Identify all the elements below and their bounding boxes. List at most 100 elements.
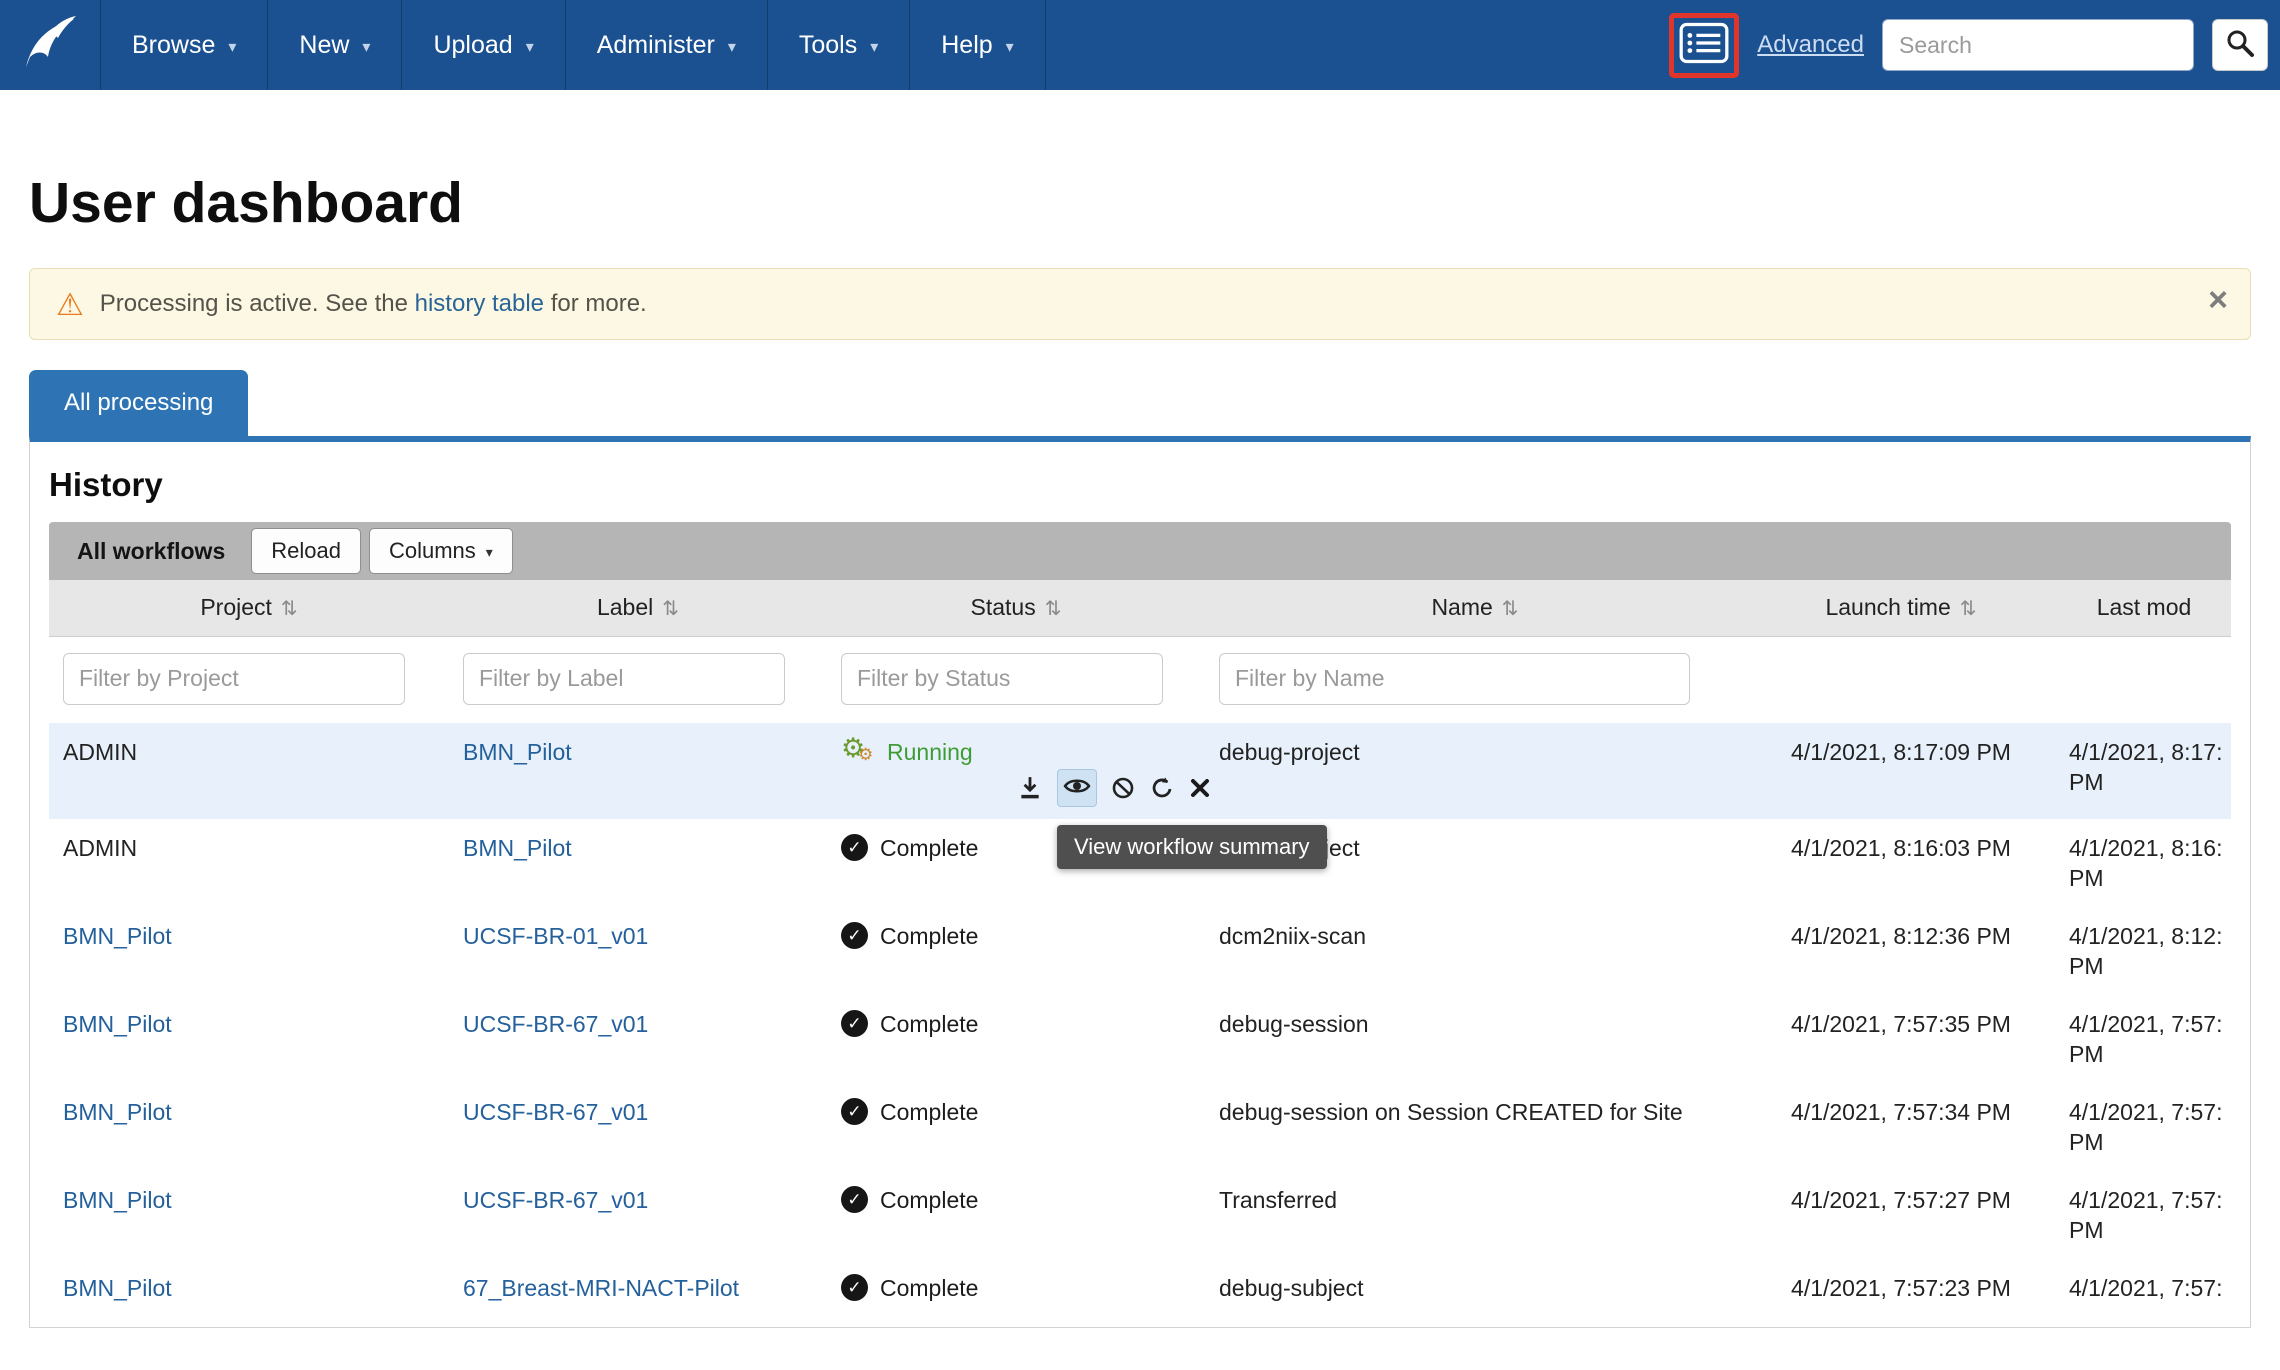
status-cell: ⚙⚙ Running [827, 723, 1205, 819]
status-cell: ✓ Complete [827, 995, 1205, 1083]
label-link[interactable]: BMN_Pilot [463, 739, 572, 765]
list-icon [1679, 21, 1729, 70]
close-icon[interactable]: × [2208, 283, 2228, 317]
panel-heading: History [49, 466, 2231, 504]
filter-row [49, 636, 2231, 723]
name-cell: dcm2niix-scan [1205, 907, 1745, 995]
chevron-down-icon: ▾ [228, 37, 236, 57]
name-cell: debug-project [1205, 723, 1745, 819]
cancel-icon[interactable] [1111, 776, 1135, 800]
tab-all-processing[interactable]: All processing [29, 370, 248, 436]
column-header-launch-time[interactable]: Launch time⇅ [1745, 580, 2057, 636]
launch-time-cell: 4/1/2021, 8:12:36 PM [1745, 907, 2057, 995]
project-cell: ADMIN [49, 819, 449, 907]
caret-down-icon: ▾ [486, 544, 493, 561]
name-cell: debug-session [1205, 995, 1745, 1083]
launch-time-cell: 4/1/2021, 8:16:03 PM [1745, 819, 2057, 907]
tab-bar: All processing [29, 370, 2251, 436]
launch-time-cell: 4/1/2021, 7:57:34 PM [1745, 1083, 2057, 1171]
table-row: ADMIN BMN_Pilot ⚙⚙ Running [49, 723, 2231, 819]
project-link[interactable]: BMN_Pilot [63, 1099, 172, 1125]
filter-label-input[interactable] [463, 653, 785, 705]
main-content: User dashboard ⚠ Processing is active. S… [0, 170, 2280, 1328]
table-row: BMN_Pilot UCSF-BR-67_v01 ✓ Complete debu… [49, 1083, 2231, 1171]
column-header-project[interactable]: Project⇅ [49, 580, 449, 636]
scope-label: All workflows [51, 538, 251, 565]
search-input[interactable] [1882, 19, 2194, 71]
refresh-icon[interactable] [1149, 776, 1175, 800]
filter-status-input[interactable] [841, 653, 1163, 705]
last-mod-cell: 4/1/2021, 8:12: PM [2057, 907, 2231, 995]
column-header-status[interactable]: Status⇅ [827, 580, 1205, 636]
running-gears-icon: ⚙⚙ [841, 737, 875, 767]
table-toolbar: All workflows Reload Columns▾ [49, 522, 2231, 580]
status-text: Complete [880, 1097, 978, 1127]
status-text: Complete [880, 1185, 978, 1215]
reload-button[interactable]: Reload [251, 528, 361, 574]
alert-text: Processing is active. See the history ta… [100, 290, 647, 318]
nav-item-label: New [299, 31, 349, 60]
nav-item-label: Upload [433, 31, 512, 60]
status-cell: ✓ Complete [827, 1171, 1205, 1259]
label-link[interactable]: UCSF-BR-01_v01 [463, 923, 648, 949]
app-logo[interactable] [0, 0, 100, 90]
column-header-label[interactable]: Label⇅ [449, 580, 827, 636]
sort-icon: ⇅ [1045, 598, 1062, 620]
column-header-last-mod[interactable]: Last mod [2057, 580, 2231, 636]
column-header-name[interactable]: Name⇅ [1205, 580, 1745, 636]
search-icon [2225, 28, 2255, 63]
nav-item-browse[interactable]: Browse ▾ [101, 0, 268, 90]
nav-right: Advanced [1669, 0, 2280, 90]
search-button[interactable] [2212, 19, 2268, 71]
complete-check-icon: ✓ [841, 1098, 868, 1125]
table-row: BMN_Pilot 67_Breast-MRI-NACT-Pilot ✓ Com… [49, 1259, 2231, 1317]
tooltip: View workflow summary [1057, 825, 1327, 869]
warning-icon: ⚠ [56, 289, 84, 320]
nav-item-new[interactable]: New ▾ [268, 0, 402, 90]
filter-name-input[interactable] [1219, 653, 1690, 705]
complete-check-icon: ✓ [841, 1274, 868, 1301]
download-icon[interactable] [1017, 775, 1043, 801]
page-title: User dashboard [29, 170, 2251, 236]
xnat-logo-icon [22, 13, 78, 78]
status-cell: ✓ Complete [827, 907, 1205, 995]
nav-item-help[interactable]: Help ▾ [910, 0, 1045, 90]
close-x-icon[interactable] [1189, 777, 1211, 799]
launch-time-cell: 4/1/2021, 7:57:27 PM [1745, 1171, 2057, 1259]
label-link[interactable]: UCSF-BR-67_v01 [463, 1011, 648, 1037]
highlighted-quick-launch-button[interactable] [1669, 13, 1739, 78]
columns-button[interactable]: Columns▾ [369, 528, 513, 574]
filter-project-input[interactable] [63, 653, 405, 705]
chevron-down-icon: ▾ [728, 37, 736, 57]
label-link[interactable]: BMN_Pilot [463, 835, 572, 861]
label-link[interactable]: 67_Breast-MRI-NACT-Pilot [463, 1275, 739, 1301]
label-link[interactable]: UCSF-BR-67_v01 [463, 1099, 648, 1125]
chevron-down-icon: ▾ [870, 37, 878, 57]
status-text: Complete [880, 833, 978, 863]
nav-item-tools[interactable]: Tools ▾ [768, 0, 910, 90]
project-cell: ADMIN [49, 723, 449, 819]
project-link[interactable]: BMN_Pilot [63, 1275, 172, 1301]
nav-item-administer[interactable]: Administer ▾ [566, 0, 768, 90]
table-row: BMN_Pilot UCSF-BR-67_v01 ✓ Complete debu… [49, 995, 2231, 1083]
status-text: Complete [880, 1273, 978, 1303]
sort-icon: ⇅ [281, 598, 298, 620]
project-link[interactable]: BMN_Pilot [63, 1187, 172, 1213]
complete-check-icon: ✓ [841, 922, 868, 949]
history-panel: History All workflows Reload Columns▾ Pr… [29, 436, 2251, 1328]
advanced-search-link[interactable]: Advanced [1757, 31, 1864, 59]
project-link[interactable]: BMN_Pilot [63, 923, 172, 949]
nav-item-label: Administer [597, 31, 715, 60]
name-cell: Transferred [1205, 1171, 1745, 1259]
complete-check-icon: ✓ [841, 1186, 868, 1213]
nav-item-upload[interactable]: Upload ▾ [402, 0, 565, 90]
history-table-link[interactable]: history table [415, 290, 544, 317]
launch-time-cell: 4/1/2021, 7:57:35 PM [1745, 995, 2057, 1083]
project-link[interactable]: BMN_Pilot [63, 1011, 172, 1037]
label-link[interactable]: UCSF-BR-67_v01 [463, 1187, 648, 1213]
status-cell: ✓ Complete [827, 1259, 1205, 1317]
view-summary-button[interactable] [1057, 769, 1097, 807]
header-row: Project⇅ Label⇅ Status⇅ Name⇅ Launch tim… [49, 580, 2231, 636]
processing-alert: ⚠ Processing is active. See the history … [29, 268, 2251, 340]
nav-item-label: Tools [799, 31, 857, 60]
